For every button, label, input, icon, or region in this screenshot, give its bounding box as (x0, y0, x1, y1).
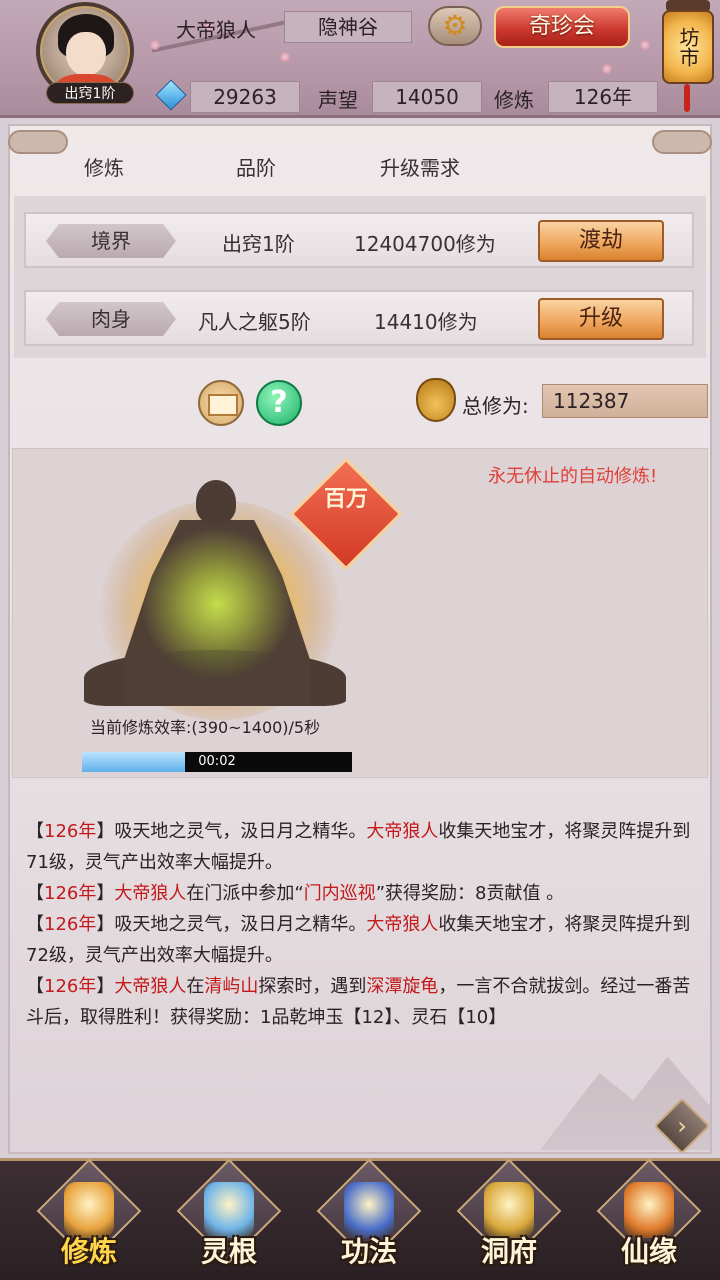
rank-tag: 出窍1阶 (46, 82, 134, 104)
log-text: 探索时，遇到 (258, 976, 367, 997)
log-highlight: 深潭旋龟 (366, 976, 439, 997)
cloud-ornament-left (8, 130, 68, 154)
log-entry: 【126年】大帝狼人在门派中参加“门内巡视”获得奖励：8贡献值 。 (26, 878, 696, 909)
realm-tag: 境界 (46, 224, 176, 258)
prestige-value: 14050 (372, 81, 482, 113)
upgrade-button[interactable]: 升级 (538, 298, 664, 340)
player-name: 大帝狼人 (176, 18, 256, 42)
nav-tab-3[interactable]: 洞府 (454, 1158, 564, 1276)
auto-cultivate-text: 永无休止的自动修炼! (488, 466, 658, 487)
log-highlight: 大帝狼人 (114, 883, 187, 904)
total-cultivation-label: 总修为: (462, 394, 529, 418)
log-highlight: 126年 (44, 976, 97, 997)
settings-button[interactable]: ⚙ (428, 6, 482, 46)
help-icon[interactable]: ? (256, 380, 302, 426)
money-bag-icon (416, 378, 456, 422)
nav-tab-2[interactable]: 功法 (314, 1158, 424, 1276)
log-highlight: 126年 (44, 821, 97, 842)
tribulation-button[interactable]: 渡劫 (538, 220, 664, 262)
prestige-label: 声望 (318, 88, 358, 112)
log-entry: 【126年】大帝狼人在清屿山探索时，遇到深潭旋龟，一言不合就拔剑。经过一番苦斗后… (26, 971, 696, 1033)
log-text: 在门派中参加“ (186, 883, 304, 904)
log-highlight: 大帝狼人 (114, 976, 187, 997)
log-highlight: 大帝狼人 (366, 914, 439, 935)
cultivation-label: 修炼 (494, 88, 534, 112)
log-highlight: 126年 (44, 883, 97, 904)
body-grade: 凡人之躯5阶 (198, 310, 311, 334)
log-highlight: 126年 (44, 914, 97, 935)
blossom-decoration (150, 40, 160, 50)
nav-tab-label: 洞府 (480, 1235, 537, 1268)
market-label: 坊市 (662, 10, 714, 84)
cloud-ornament-right (652, 130, 712, 154)
log-text: 【 (26, 976, 44, 997)
column-header-grade: 品阶 (236, 156, 276, 180)
log-text: 】吸天地之灵气，汲日月之精华。 (96, 821, 367, 842)
nav-tab-label: 灵根 (200, 1235, 257, 1268)
log-text: 】吸天地之灵气，汲日月之精华。 (96, 914, 367, 935)
cultivation-years: 126年 (548, 81, 658, 113)
log-text: ”获得奖励：8贡献值 。 (375, 883, 565, 904)
nav-tab-label: 仙缘 (620, 1235, 677, 1268)
chevron-right-icon: › (677, 1112, 687, 1140)
blossom-decoration (602, 64, 612, 74)
million-badge-text: 百万 (323, 486, 368, 512)
log-highlight: 门内巡视 (303, 883, 376, 904)
log-entry: 【126年】吸天地之灵气，汲日月之精华。大帝狼人收集天地宝才，将聚灵阵提升到72… (26, 909, 696, 971)
gear-icon: ⚙ (442, 9, 468, 42)
log-highlight: 清屿山 (204, 976, 259, 997)
total-cultivation-value: 112387 (542, 384, 708, 418)
body-tag: 肉身 (46, 302, 176, 336)
log-entry: 【126年】吸天地之灵气，汲日月之精华。大帝狼人收集天地宝才，将聚灵阵提升到71… (26, 816, 696, 878)
meditating-figure-head (196, 480, 236, 524)
column-header-requirement: 升级需求 (380, 156, 460, 180)
blossom-decoration (640, 40, 650, 50)
realm-row: 境界 出窍1阶 12404700修为 渡劫 (24, 212, 694, 268)
nav-tab-4[interactable]: 仙缘 (594, 1158, 704, 1276)
log-text: 在 (186, 976, 205, 997)
log-text: 【 (26, 914, 44, 935)
body-row: 肉身 凡人之躯5阶 14410修为 升级 (24, 290, 694, 346)
qizhen-hui-button[interactable]: 奇珍会 (494, 6, 630, 48)
log-text: 】 (96, 976, 115, 997)
realm-requirement: 12404700修为 (354, 232, 496, 256)
progress-timer: 00:02 (198, 754, 236, 769)
nav-tab-1[interactable]: 灵根 (174, 1158, 284, 1276)
market-lantern-button[interactable]: 坊市 (660, 0, 716, 112)
column-header-cultivation: 修炼 (84, 156, 124, 180)
cultivation-progress-bar: 00:02 (82, 752, 352, 772)
event-log: 【126年】吸天地之灵气，汲日月之精华。大帝狼人收集天地宝才，将聚灵阵提升到71… (26, 816, 696, 1033)
player-avatar[interactable]: 出窍1阶 (26, 2, 150, 106)
spirit-stone-count: 29263 (190, 81, 300, 113)
log-text: 【 (26, 821, 44, 842)
log-text: 】 (96, 883, 115, 904)
realm-grade: 出窍1阶 (222, 232, 295, 256)
nav-tab-0[interactable]: 修炼 (34, 1158, 144, 1276)
sect-name: 隐神谷 (284, 11, 412, 43)
log-text: 【 (26, 883, 44, 904)
nav-tab-label: 功法 (340, 1235, 397, 1268)
cultivation-rate: 当前修炼效率:(390~1400)/5秒 (90, 718, 321, 737)
log-highlight: 大帝狼人 (366, 821, 439, 842)
blossom-decoration (280, 52, 290, 62)
body-requirement: 14410修为 (374, 310, 478, 334)
nav-tab-label: 修炼 (60, 1235, 117, 1268)
mail-icon[interactable] (198, 380, 244, 426)
